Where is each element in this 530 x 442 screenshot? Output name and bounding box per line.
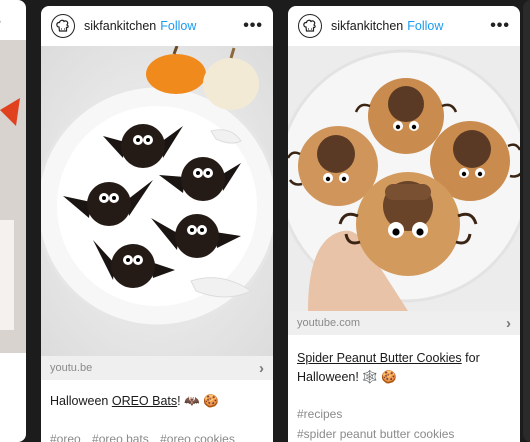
link-domain: youtu.be bbox=[50, 362, 93, 374]
tag-list: #recipes #spider peanut butter cookies bbox=[297, 404, 514, 442]
post-photo[interactable] bbox=[41, 46, 273, 359]
chevron-right-icon: › bbox=[259, 359, 264, 377]
post-card-oreo-bats[interactable]: sikfankitchen Follow ••• youtu.be › Hall… bbox=[41, 6, 273, 442]
tag-link[interactable]: #recipes bbox=[297, 407, 342, 421]
photo-left-image bbox=[0, 40, 26, 353]
oreo-bats-image bbox=[41, 46, 273, 359]
post-header: sikfankitchen Follow ••• bbox=[41, 6, 273, 46]
post-caption: Spider Peanut Butter Cookies for Hallowe… bbox=[297, 349, 511, 387]
tag-link[interactable]: #spider peanut butter cookies bbox=[297, 427, 454, 441]
caption-link[interactable]: OREO Bats bbox=[112, 394, 177, 408]
post-card-left[interactable]: ••• › bbox=[0, 0, 26, 442]
post-photo[interactable] bbox=[288, 46, 520, 311]
post-caption: Halloween OREO Bats! 🦇 🍪 bbox=[50, 392, 264, 411]
tag-list: #oreo #oreo bats #oreo cookies bbox=[50, 429, 267, 442]
link-bar[interactable]: youtu.be › bbox=[41, 356, 273, 380]
tag-link[interactable]: #oreo cookies bbox=[160, 432, 235, 442]
post-card-spider-cookies[interactable]: sikfankitchen Follow ••• youtube.com › S… bbox=[288, 6, 520, 442]
chevron-right-icon: › bbox=[506, 314, 511, 332]
more-icon[interactable]: ••• bbox=[0, 14, 1, 32]
post-header: sikfankitchen Follow ••• bbox=[288, 6, 520, 46]
chef-hat-icon[interactable] bbox=[298, 14, 322, 38]
spider-cookies-image bbox=[288, 46, 520, 311]
post-card-right-edge[interactable] bbox=[523, 0, 530, 442]
more-icon[interactable]: ••• bbox=[243, 18, 263, 34]
chef-hat-icon[interactable] bbox=[51, 14, 75, 38]
caption-text: Halloween bbox=[50, 394, 112, 408]
link-bar[interactable]: youtube.com › bbox=[288, 311, 520, 335]
caption-link[interactable]: Spider Peanut Butter Cookies bbox=[297, 351, 462, 365]
caption-suffix: ! 🦇 🍪 bbox=[177, 394, 219, 408]
follow-button[interactable]: Follow bbox=[160, 19, 196, 33]
post-photo-left[interactable] bbox=[0, 40, 26, 353]
follow-button[interactable]: Follow bbox=[407, 19, 443, 33]
username[interactable]: sikfankitchen bbox=[84, 19, 156, 33]
link-domain: youtube.com bbox=[297, 317, 360, 329]
tag-link[interactable]: #oreo bats bbox=[92, 432, 149, 442]
username[interactable]: sikfankitchen bbox=[331, 19, 403, 33]
tag-link[interactable]: #oreo bbox=[50, 432, 81, 442]
more-icon[interactable]: ••• bbox=[490, 18, 510, 34]
